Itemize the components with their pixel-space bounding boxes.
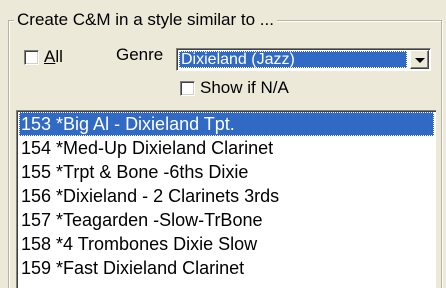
style-listbox[interactable]: 153 *Big Al - Dixieland Tpt. 154 *Med-Up … [16,110,436,288]
genre-dropdown[interactable]: Dixieland (Jazz) [176,48,431,71]
style-list-item[interactable]: 153 *Big Al - Dixieland Tpt. [19,112,434,136]
genre-selected-value[interactable]: Dixieland (Jazz) [179,51,407,68]
show-na-label[interactable]: Show if N/A [200,79,289,97]
style-list-item[interactable]: 159 *Fast Dixieland Clarinet [19,256,369,280]
style-list-item[interactable]: 154 *Med-Up Dixieland Clarinet [19,136,369,160]
style-list-item[interactable]: 155 *Trpt & Bone -6ths Dixie [19,160,369,184]
group-title: Create C&M in a style similar to ... [14,11,277,29]
all-label-accel: A [44,47,56,66]
style-picker-panel: Create C&M in a style similar to ... All… [0,0,446,288]
style-list-item[interactable]: 156 *Dixieland - 2 Clarinets 3rds [19,184,369,208]
all-checkbox[interactable] [24,50,39,65]
genre-dropdown-button[interactable] [410,50,429,69]
all-label[interactable]: All [44,48,63,66]
show-na-checkbox[interactable] [180,81,195,96]
style-list-item[interactable]: 157 *Teagarden -Slow-TrBone [19,208,369,232]
all-label-rest: ll [55,47,63,66]
chevron-down-icon [415,58,425,63]
style-list-item[interactable]: 158 *4 Trombones Dixie Slow [19,232,369,256]
genre-label: Genre [116,45,164,64]
